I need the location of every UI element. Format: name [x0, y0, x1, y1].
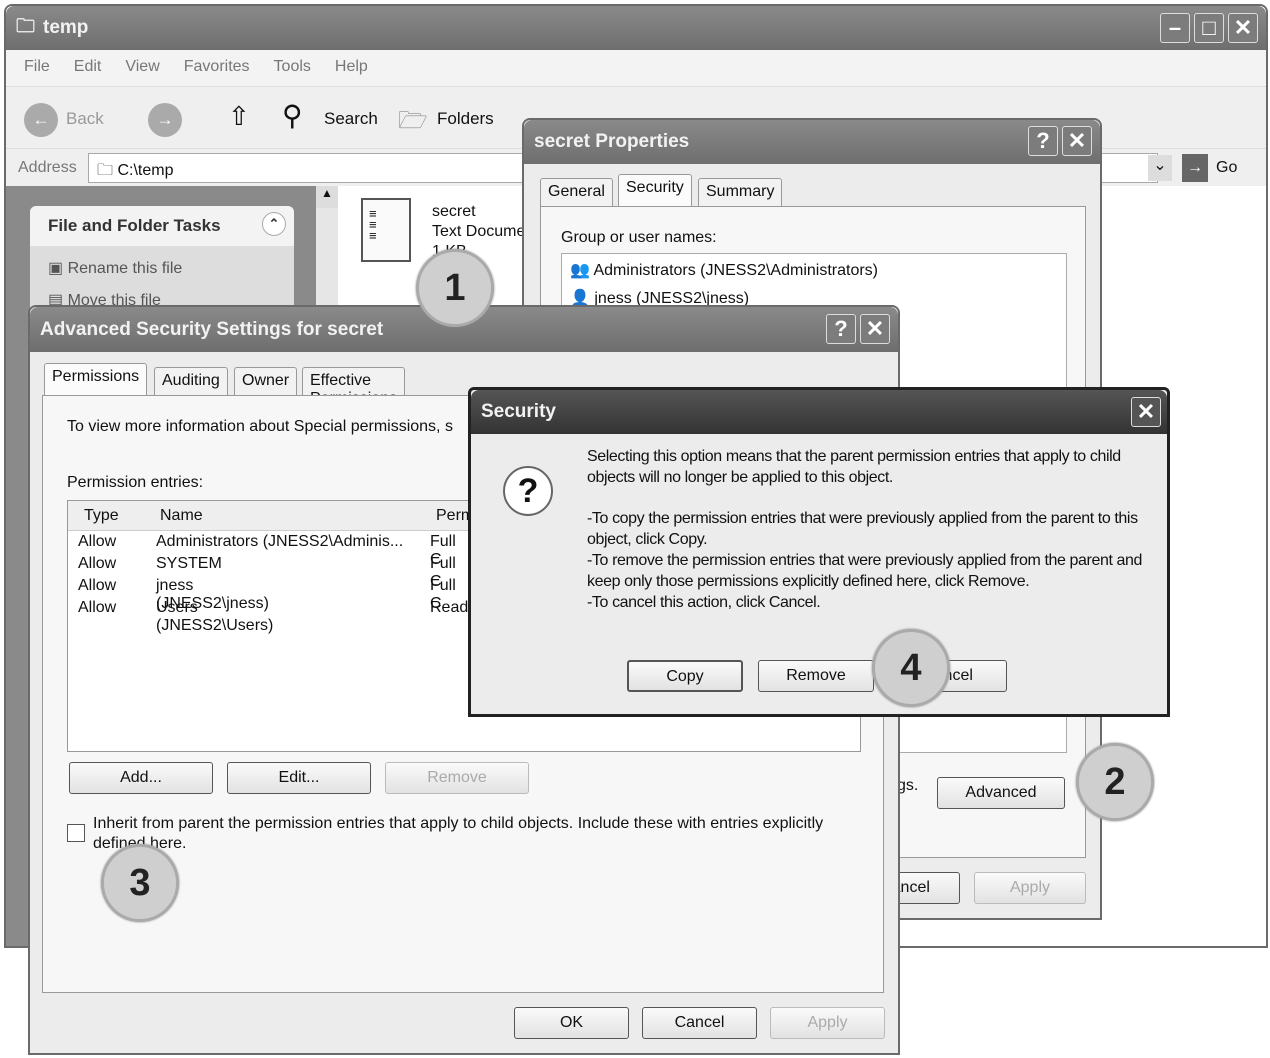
tab-security[interactable]: Security [618, 174, 692, 206]
add-button[interactable]: Add... [69, 762, 213, 794]
tasks-header[interactable]: File and Folder Tasks ⌃ [30, 206, 294, 246]
chevron-down-icon[interactable]: ⌄ [1148, 155, 1172, 181]
inherit-checkbox[interactable] [67, 824, 85, 842]
advanced-button[interactable]: Advanced [937, 777, 1065, 809]
back-arrow-icon[interactable]: ← [24, 103, 58, 137]
close-button[interactable]: ✕ [1062, 126, 1092, 156]
help-button[interactable]: ? [1028, 126, 1058, 156]
apply-button[interactable]: Apply [770, 1007, 885, 1039]
entries-label: Permission entries: [67, 474, 204, 491]
remove-button[interactable]: Remove [385, 762, 529, 794]
explorer-titlebar: 🗀 temp [6, 6, 1266, 50]
folder-icon: 🗀 [16, 16, 36, 37]
forward-arrow-icon[interactable]: → [148, 103, 182, 137]
dialog-title: Security [481, 401, 556, 422]
go-arrow-icon[interactable]: → [1182, 154, 1208, 182]
group-label: Group or user names: [561, 229, 717, 246]
inherit-label: Inherit from parent the permission entri… [93, 815, 824, 852]
cancel-button[interactable]: Cancel [642, 1007, 757, 1039]
group-icon: 👥 [570, 262, 590, 279]
address-value: C:\temp [117, 162, 174, 179]
column-name[interactable]: Name [160, 507, 203, 525]
question-icon: ? [503, 466, 553, 516]
dialog-title: secret Properties [534, 131, 690, 152]
menu-bar: File Edit View Favorites Tools Help [6, 50, 1266, 86]
back-button[interactable]: Back [66, 109, 104, 129]
menu-view[interactable]: View [125, 58, 159, 75]
column-type[interactable]: Type [84, 507, 119, 525]
tab-permissions[interactable]: Permissions [44, 363, 148, 395]
minimize-button[interactable]: – [1160, 13, 1190, 43]
search-button[interactable]: Search [324, 109, 378, 129]
security-titlebar: Security [471, 390, 1167, 434]
dialog-title: Advanced Security Settings for secret [40, 318, 384, 340]
window-title: temp [43, 17, 89, 38]
callout-2: 2 [1076, 743, 1154, 821]
up-folder-icon[interactable]: ⇧ [228, 101, 250, 132]
tab-effective-permissions[interactable]: Effective Permissions [302, 367, 406, 407]
close-button[interactable]: ✕ [1228, 13, 1258, 43]
security-dialog: Security ✕ ? Selecting this option means… [468, 387, 1170, 717]
ok-button[interactable]: OK [514, 1007, 629, 1039]
tasks-title: File and Folder Tasks [48, 216, 221, 235]
info-text: To view more information about Special p… [67, 418, 453, 435]
copy-button[interactable]: Copy [627, 660, 743, 692]
collapse-icon[interactable]: ⌃ [262, 212, 286, 236]
scroll-up-icon[interactable]: ▲ [316, 186, 338, 208]
menu-file[interactable]: File [24, 58, 50, 75]
folders-icon: 🗁 [398, 107, 428, 134]
remove-button[interactable]: Remove [758, 660, 874, 692]
menu-favorites[interactable]: Favorites [184, 58, 250, 75]
folders-button[interactable]: Folders [437, 109, 494, 129]
advanced-hint-text: gs. [897, 777, 919, 794]
tab-owner[interactable]: Owner [234, 367, 298, 395]
help-button[interactable]: ? [826, 314, 856, 344]
menu-tools[interactable]: Tools [274, 58, 311, 75]
security-message: Selecting this option means that the par… [587, 448, 1143, 611]
close-button[interactable]: ✕ [860, 314, 890, 344]
go-button[interactable]: Go [1216, 159, 1237, 177]
task-rename[interactable]: ▣ Rename this file [48, 258, 276, 278]
callout-1: 1 [416, 249, 494, 327]
close-button[interactable]: ✕ [1131, 397, 1161, 427]
folder-icon: 🗀 [97, 162, 118, 179]
tab-general[interactable]: General [540, 178, 613, 206]
apply-button[interactable]: Apply [974, 872, 1086, 904]
tab-summary[interactable]: Summary [698, 178, 783, 206]
list-item[interactable]: 👥 Administrators (JNESS2\Administrators) [570, 260, 878, 280]
callout-3: 3 [101, 844, 179, 922]
edit-button[interactable]: Edit... [227, 762, 371, 794]
menu-help[interactable]: Help [335, 58, 368, 75]
search-icon: ⚲ [282, 100, 303, 131]
properties-titlebar: secret Properties [524, 120, 1100, 164]
tab-auditing[interactable]: Auditing [154, 367, 228, 395]
address-label: Address [18, 159, 77, 176]
callout-4: 4 [872, 629, 950, 707]
maximize-button[interactable]: □ [1194, 13, 1224, 43]
text-file-icon[interactable]: ≡ ≡ ≡ [361, 198, 411, 262]
menu-edit[interactable]: Edit [74, 58, 102, 75]
